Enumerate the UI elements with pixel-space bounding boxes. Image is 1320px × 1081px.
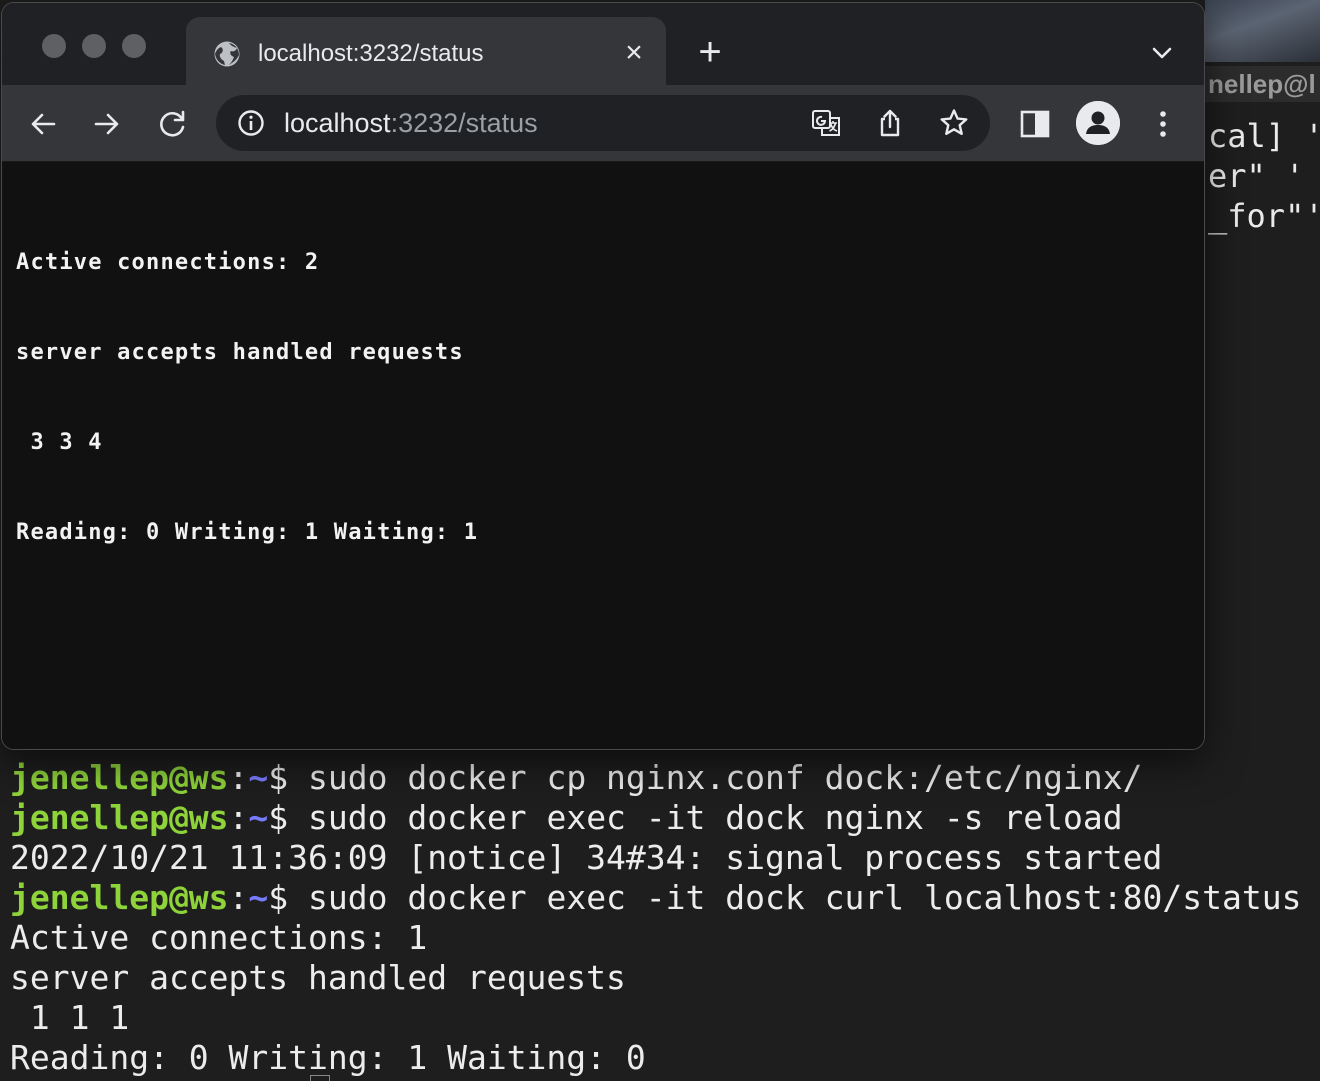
tab-status[interactable]: localhost:3232/status ×	[186, 17, 666, 89]
status-line: Reading: 0 Writing: 1 Waiting: 1	[16, 520, 479, 545]
address-path: :3232/status	[390, 108, 538, 138]
terminal-fragment-line: cal] '	[1208, 117, 1320, 155]
terminal-command-line: jenellep@ws:~$ sudo docker cp nginx.conf…	[10, 758, 1320, 798]
output-text: Active connections: 1	[10, 918, 428, 957]
terminal-fragment-line: _for"'	[1208, 197, 1320, 235]
prompt-user-host: jenellep@ws	[10, 798, 229, 837]
close-icon[interactable]: ×	[618, 37, 650, 69]
terminal-output-line: Reading: 0 Writing: 1 Waiting: 0	[10, 1038, 1320, 1078]
prompt-symbol: $	[268, 798, 309, 837]
terminal-fragment-line: er" '	[1208, 157, 1305, 195]
terminal-output-line: 1 1 1	[10, 998, 1320, 1038]
prompt-user-host: jenellep@ws	[10, 878, 229, 917]
output-text: 2022/10/21 11:36:09 [notice] 34#34: sign…	[10, 838, 1163, 877]
output-text: server accepts handled requests	[10, 958, 626, 997]
status-line: 3 3 4	[16, 430, 103, 455]
output-text: Reading: 0 Writing: 1 Waiting: 0	[10, 1038, 646, 1077]
command-text: sudo docker exec -it dock curl localhost…	[308, 878, 1302, 917]
maximize-window-button[interactable]	[122, 34, 146, 58]
terminal-output-line: 2022/10/21 11:36:09 [notice] 34#34: sign…	[10, 838, 1320, 878]
status-output: Active connections: 2 server accepts han…	[16, 188, 478, 608]
close-window-button[interactable]	[42, 34, 66, 58]
tab-strip: localhost:3232/status × +	[2, 3, 1204, 89]
plus-icon[interactable]: +	[692, 32, 728, 72]
prompt-separator: :	[228, 758, 249, 797]
prompt-symbol: $	[268, 758, 309, 797]
status-line: server accepts handled requests	[16, 340, 464, 365]
terminal-title: nellep@l	[1205, 66, 1320, 102]
profile-icon[interactable]	[1076, 101, 1120, 145]
terminal-output-line: server accepts handled requests	[10, 958, 1320, 998]
address-bar[interactable]: localhost:3232/status	[216, 95, 990, 151]
address-host: localhost	[284, 108, 391, 138]
arrow-left-icon[interactable]	[26, 107, 60, 141]
chevron-down-icon[interactable]	[1148, 39, 1176, 67]
kebab-menu-icon[interactable]	[1146, 107, 1180, 141]
terminal-cursor	[310, 1075, 330, 1081]
command-text: sudo docker cp nginx.conf dock:/etc/ngin…	[308, 758, 1143, 797]
prompt-separator: :	[228, 798, 249, 837]
prompt-directory: ~	[248, 798, 269, 837]
star-icon[interactable]	[938, 107, 970, 139]
minimize-window-button[interactable]	[82, 34, 106, 58]
desktop-wallpaper	[1205, 0, 1320, 62]
terminal-output[interactable]: jenellep@ws:~$ sudo docker cp nginx.conf…	[10, 758, 1320, 1078]
address-url[interactable]: localhost:3232/status	[284, 107, 538, 139]
side-panel-icon[interactable]	[1018, 107, 1052, 141]
share-icon[interactable]	[874, 107, 906, 139]
output-text: 1 1 1	[10, 998, 130, 1037]
status-line: Active connections: 2	[16, 250, 320, 275]
browser-window[interactable]: localhost:3232/status × + localhost:3232…	[2, 3, 1204, 749]
command-text: sudo docker exec -it dock nginx -s reloa…	[308, 798, 1123, 837]
terminal-output-line: Active connections: 1	[10, 918, 1320, 958]
prompt-separator: :	[228, 878, 249, 917]
terminal-command-line: jenellep@ws:~$ sudo docker exec -it dock…	[10, 798, 1320, 838]
reload-icon[interactable]	[156, 107, 190, 141]
tab-title: localhost:3232/status	[258, 40, 484, 67]
terminal-command-line: jenellep@ws:~$ sudo docker exec -it dock…	[10, 878, 1320, 918]
globe-icon	[212, 39, 242, 69]
prompt-directory: ~	[248, 878, 269, 917]
prompt-directory: ~	[248, 758, 269, 797]
arrow-right-icon[interactable]	[90, 107, 124, 141]
page-content: Active connections: 2 server accepts han…	[2, 162, 1204, 749]
info-icon[interactable]	[236, 108, 266, 138]
translate-icon[interactable]	[810, 107, 842, 139]
prompt-user-host: jenellep@ws	[10, 758, 229, 797]
browser-toolbar: localhost:3232/status	[2, 85, 1204, 162]
prompt-symbol: $	[268, 878, 309, 917]
